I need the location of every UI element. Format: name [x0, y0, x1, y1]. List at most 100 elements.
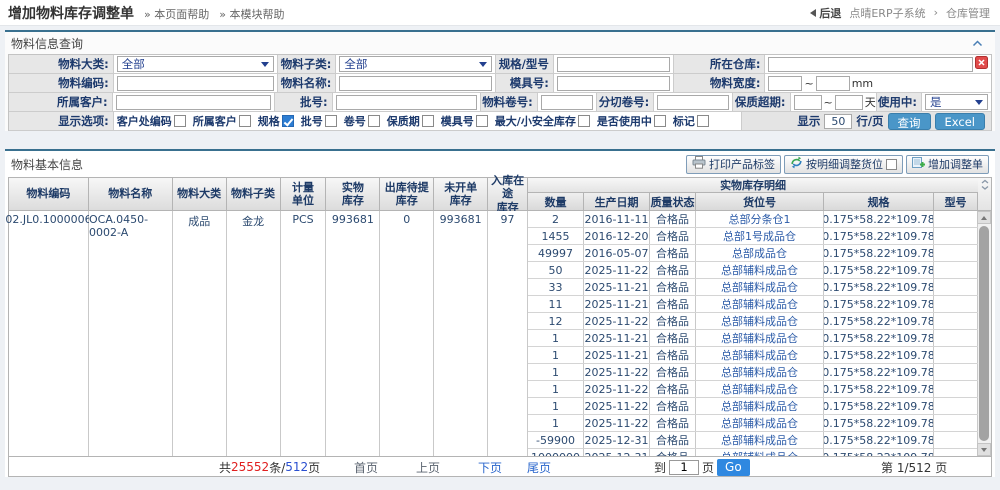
detail-spec: 0.175*58.22*109.78 [824, 245, 934, 261]
total-pages: 512 [285, 460, 308, 474]
next-page-link[interactable]: 下页 [478, 457, 502, 477]
breadcrumb-system[interactable]: 点晴ERP子系统 [849, 5, 925, 21]
detail-date: 2025-11-22 [584, 364, 650, 380]
detail-status: 合格品 [650, 279, 696, 295]
material-width-from-input[interactable] [768, 76, 802, 91]
top-bar: 增加物料库存调整单 » 本页面帮助 » 本模块帮助 后退 点晴ERP子系统 › … [0, 0, 1000, 26]
detail-row[interactable]: -59900 2025-12-31 合格品 总部辅料成品仓 0.175*58.2… [528, 432, 978, 449]
detail-spec: 0.175*58.22*109.78 [824, 211, 934, 227]
collapse-chevron-icon[interactable] [972, 36, 983, 50]
mold-no-input[interactable] [557, 76, 670, 91]
big-category-label: 物料大类: [58, 56, 109, 72]
col-unbilled-stock: 未开单 库存 [434, 178, 488, 211]
material-width-to-input[interactable] [816, 76, 850, 91]
display-option-checkbox[interactable] [422, 115, 434, 127]
back-button[interactable]: 后退 [810, 5, 841, 21]
in-use-select[interactable]: 是 [925, 94, 988, 110]
detail-scrollbar[interactable] [978, 211, 991, 456]
batch-no-input[interactable] [336, 95, 477, 110]
detail-location: 总部分条仓1 [696, 211, 824, 227]
detail-status: 合格品 [650, 364, 696, 380]
shelf-overdue-unit-label: 天 [865, 94, 876, 110]
spec-model-input[interactable] [557, 57, 670, 72]
detail-date: 2025-11-22 [584, 381, 650, 397]
display-option-checkbox[interactable] [368, 115, 380, 127]
detail-row[interactable]: 1 2025-11-21 合格品 总部辅料成品仓 0.175*58.22*109… [528, 347, 978, 364]
detail-row[interactable]: 11 2025-11-21 合格品 总部辅料成品仓 0.175*58.22*10… [528, 296, 978, 313]
detail-row[interactable]: 1 2025-11-22 合格品 总部辅料成品仓 0.175*58.22*109… [528, 381, 978, 398]
prev-page-link[interactable]: 上页 [416, 457, 440, 477]
detail-row[interactable]: 2 2016-11-11 合格品 总部分条仓1 0.175*58.22*109.… [528, 211, 978, 228]
excel-button[interactable]: Excel [935, 113, 985, 130]
big-category-select[interactable]: 全部 [117, 56, 275, 72]
detail-row[interactable]: 49997 2016-05-07 合格品 总部成品仓 0.175*58.22*1… [528, 245, 978, 262]
col-qty: 数量 [528, 193, 584, 211]
display-option-checkbox[interactable] [325, 115, 337, 127]
scrollbar-thumb[interactable] [979, 226, 989, 441]
detail-status: 合格品 [650, 347, 696, 363]
detail-row[interactable]: 12 2025-11-22 合格品 总部辅料成品仓 0.175*58.22*10… [528, 313, 978, 330]
shelf-overdue-to-input[interactable] [835, 95, 863, 110]
detail-model [934, 228, 978, 244]
detail-spec: 0.175*58.22*109.78 [824, 296, 934, 312]
page-size-label: 显示 [797, 113, 820, 129]
breadcrumb-module[interactable]: 仓库管理 [946, 5, 990, 21]
col-model: 型号 [934, 193, 978, 211]
warehouse-input[interactable] [768, 57, 973, 72]
go-button[interactable]: Go [717, 459, 750, 476]
search-button[interactable]: 查询 [888, 113, 931, 130]
goto-page-input[interactable] [669, 460, 699, 475]
customer-input[interactable] [116, 95, 272, 110]
detail-row[interactable]: 1 2025-11-22 合格品 总部辅料成品仓 0.175*58.22*109… [528, 398, 978, 415]
material-code-input[interactable] [117, 76, 275, 91]
sub-category-label: 物料子类: [281, 56, 332, 72]
first-page-link[interactable]: 首页 [354, 457, 378, 477]
detail-row[interactable]: 1 2025-11-22 合格品 总部辅料成品仓 0.175*58.22*109… [528, 415, 978, 432]
col-material-code: 物料编码 [9, 178, 89, 211]
display-option: 模具号 [441, 113, 488, 129]
detail-qty: 11 [528, 296, 584, 312]
scroll-up-icon[interactable] [977, 211, 991, 224]
display-option: 客户处编码 [117, 113, 186, 129]
adjust-location-by-detail-button[interactable]: 按明细调整货位 [784, 155, 903, 174]
scroll-down-icon[interactable] [977, 443, 991, 456]
last-page-link[interactable]: 尾页 [527, 457, 551, 477]
sub-category-select[interactable]: 全部 [339, 56, 492, 72]
detail-row[interactable]: 1455 2016-12-20 合格品 总部1号成品仓 0.175*58.22*… [528, 228, 978, 245]
adjust-by-detail-checkbox[interactable] [886, 159, 897, 170]
detail-row[interactable]: 1 2025-11-22 合格品 总部辅料成品仓 0.175*58.22*109… [528, 364, 978, 381]
display-option-checkbox[interactable] [174, 115, 186, 127]
display-option-checkbox[interactable] [697, 115, 709, 127]
detail-qty: 2 [528, 211, 584, 227]
add-adjustment-order-button[interactable]: 增加调整单 [906, 155, 989, 174]
slit-roll-no-input[interactable] [657, 95, 729, 110]
total-records: 25552 [231, 460, 269, 474]
expand-collapse-icon[interactable] [978, 178, 991, 211]
page-size-input[interactable] [824, 114, 852, 129]
roll-no-input[interactable] [541, 95, 593, 110]
customer-label: 所属客户: [57, 94, 108, 110]
warehouse-clear-icon[interactable] [975, 56, 988, 72]
detail-row[interactable]: 33 2025-11-21 合格品 总部辅料成品仓 0.175*58.22*10… [528, 279, 978, 296]
detail-row[interactable]: 1 2025-11-21 合格品 总部辅料成品仓 0.175*58.22*109… [528, 330, 978, 347]
detail-row[interactable]: 50 2025-11-22 合格品 总部辅料成品仓 0.175*58.22*10… [528, 262, 978, 279]
display-option-label: 批号 [301, 113, 323, 129]
shelf-overdue-label: 保质超期: [735, 94, 786, 110]
display-option-checkbox[interactable] [654, 115, 666, 127]
mold-no-label: 模具号: [510, 75, 549, 91]
table-panel-title: 物料基本信息 [11, 156, 83, 173]
display-option: 批号 [301, 113, 337, 129]
col-quality-status: 质量状态 [650, 193, 696, 211]
display-option-checkbox[interactable] [476, 115, 488, 127]
shelf-overdue-from-input[interactable] [794, 95, 822, 110]
cell-material-name: OCA.0450-0002-A [89, 211, 173, 456]
display-option: 最大/小安全库存 [495, 113, 590, 129]
display-option-checkbox[interactable] [282, 115, 294, 127]
display-option-checkbox[interactable] [578, 115, 590, 127]
display-option-checkbox[interactable] [239, 115, 251, 127]
page-help-link[interactable]: » 本页面帮助 [144, 6, 209, 22]
query-panel: 物料信息查询 物料大类: 全部 物料子类: 全部 规格/型号 [5, 30, 995, 131]
material-name-input[interactable] [339, 76, 492, 91]
module-help-link[interactable]: » 本模块帮助 [219, 6, 284, 22]
print-product-label-button[interactable]: 打印产品标签 [686, 155, 781, 174]
